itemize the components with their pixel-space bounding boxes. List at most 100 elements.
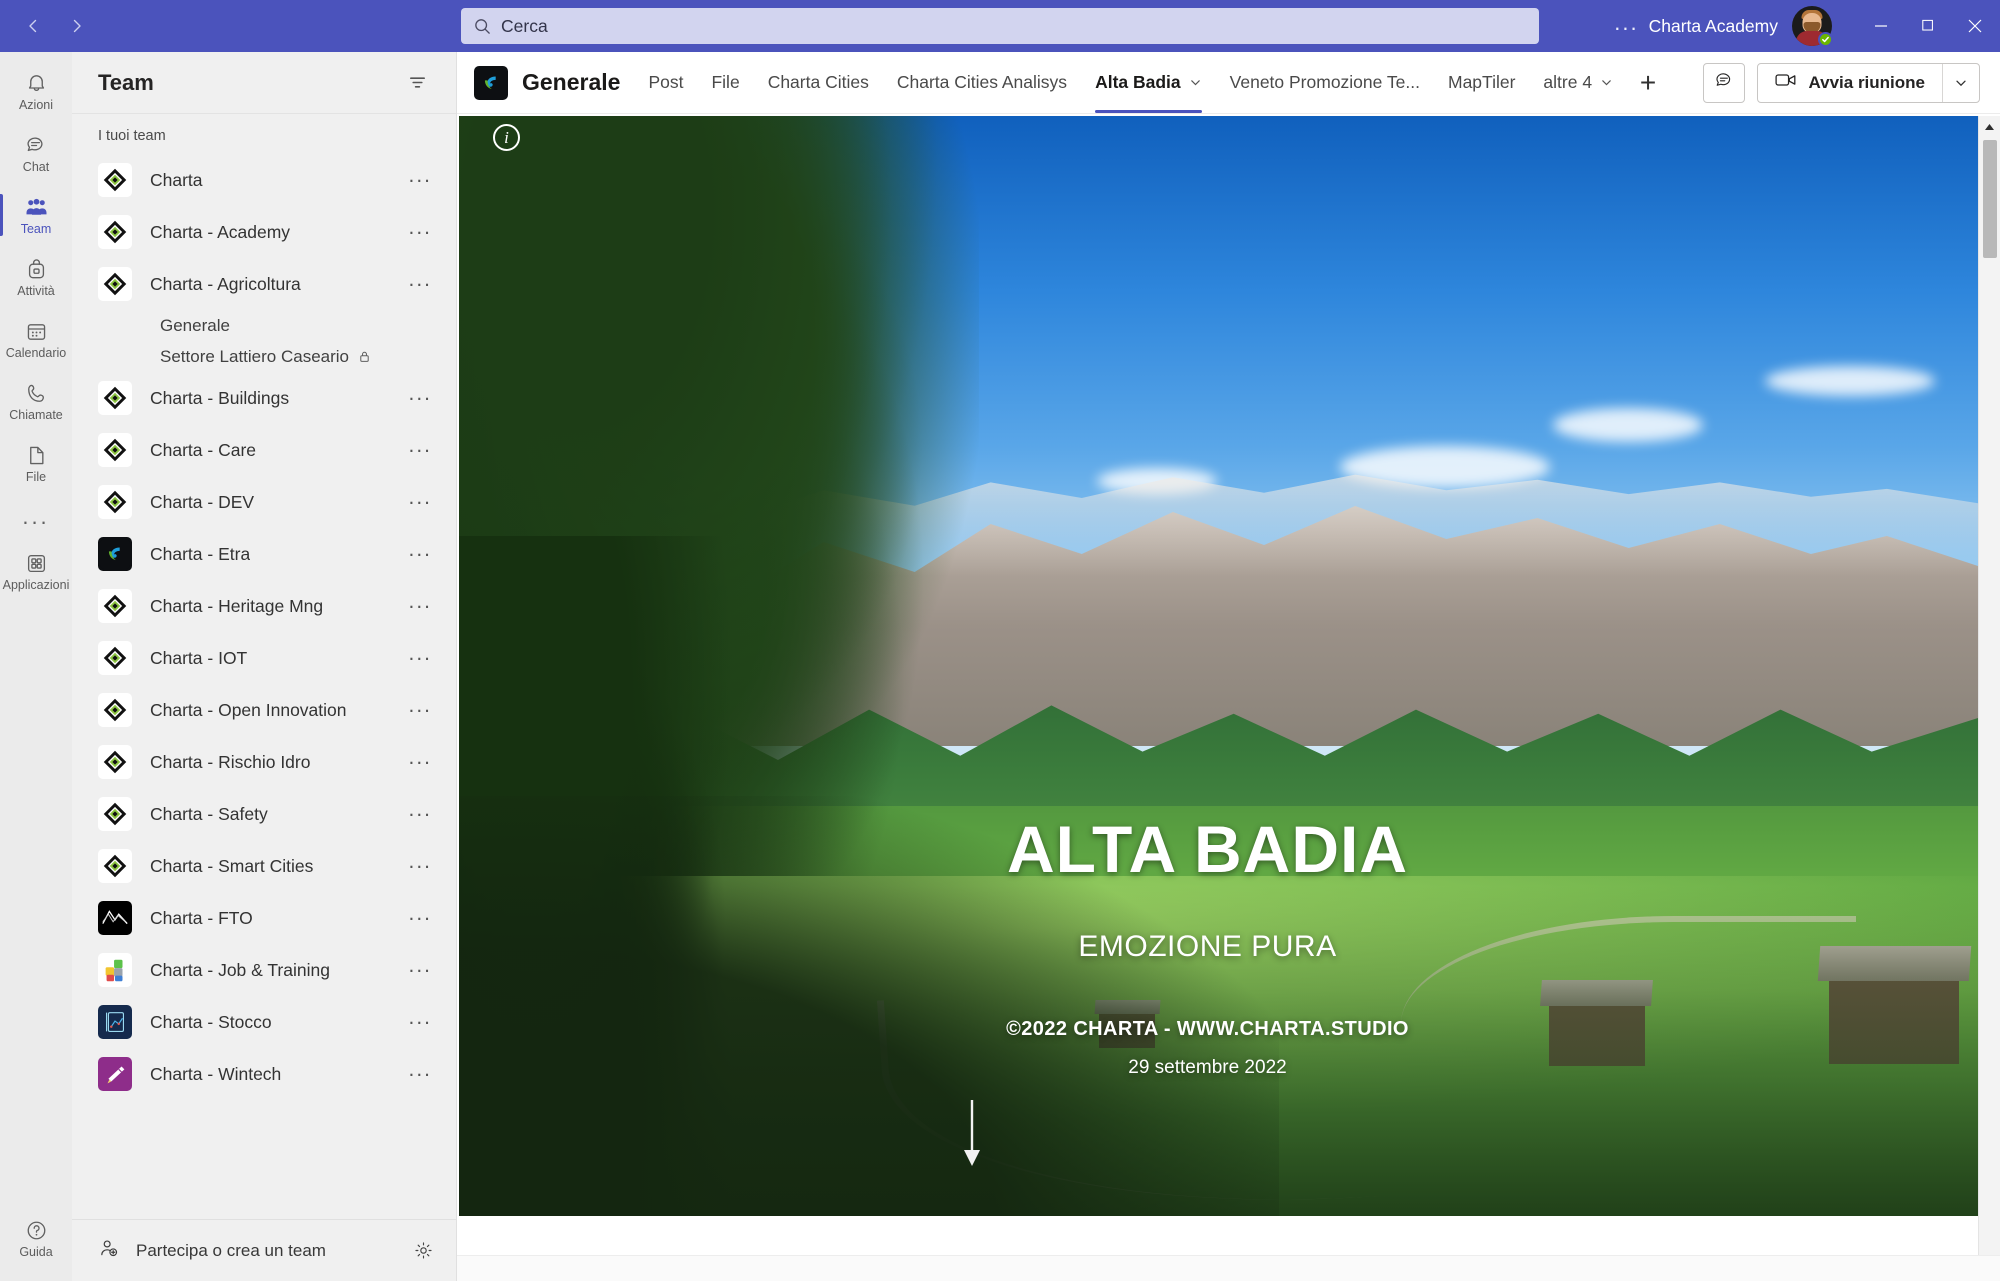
conversation-button[interactable] (1703, 62, 1746, 103)
tab-charta-cities[interactable]: Charta Cities (754, 52, 883, 113)
add-tab-button[interactable]: + (1627, 52, 1669, 113)
team-row[interactable]: Charta - Open Innovation ... (72, 684, 456, 736)
filter-button[interactable] (401, 66, 434, 99)
gear-icon[interactable] (413, 1240, 434, 1261)
charta-diamond-logo-icon (98, 163, 132, 197)
team-row[interactable]: Charta - Stocco ... (72, 996, 456, 1048)
team-row[interactable]: Charta - Rischio Idro ... (72, 736, 456, 788)
maximize-button[interactable] (1904, 0, 1950, 52)
team-row[interactable]: Charta - Safety ... (72, 788, 456, 840)
team-row[interactable]: Charta - Buildings ... (72, 372, 456, 424)
team-more-button[interactable]: ... (402, 539, 438, 562)
charta-diamond-logo-icon (98, 215, 132, 249)
sidebar-item-chiamate[interactable]: Chiamate (0, 370, 72, 432)
team-more-button[interactable]: ... (402, 799, 438, 822)
charta-diamond-logo-icon (98, 267, 132, 301)
team-row[interactable]: Charta - Wintech ... (72, 1048, 456, 1100)
team-more-button[interactable]: ... (402, 487, 438, 510)
team-name: Charta - Buildings (150, 387, 290, 408)
avatar[interactable] (1792, 6, 1833, 47)
sidebar-item-guida[interactable]: Guida (0, 1207, 72, 1269)
team-more-button[interactable]: ... (402, 435, 438, 458)
team-row[interactable]: Charta - Etra ... (72, 528, 456, 580)
team-more-button[interactable]: ... (402, 851, 438, 874)
team-name: Charta - Stocco (150, 1011, 272, 1032)
back-button[interactable] (14, 9, 52, 43)
team-more-button[interactable]: ... (402, 643, 438, 666)
scrollbar-thumb[interactable] (1982, 140, 1997, 258)
team-row[interactable]: Charta - Smart Cities ... (72, 840, 456, 892)
team-row[interactable]: Charta ... (72, 154, 456, 206)
team-more-button[interactable]: ... (402, 383, 438, 406)
team-row[interactable]: Charta - Job & Training ... (72, 944, 456, 996)
tab-alta-badia[interactable]: Alta Badia (1081, 52, 1216, 113)
wintech-telescope-logo-icon (98, 1057, 132, 1091)
minimize-button[interactable] (1858, 0, 1904, 52)
sidebar-item-calendario[interactable]: Calendario (0, 308, 72, 370)
sidebar-item-chat[interactable]: Chat (0, 122, 72, 184)
teams-list[interactable]: I tuoi team Charta ... Charta - Academy … (72, 114, 456, 1219)
team-more-button[interactable]: ... (402, 903, 438, 926)
vertical-scrollbar[interactable] (1978, 116, 2000, 1255)
join-or-create-team-button[interactable]: Partecipa o crea un team (136, 1241, 326, 1261)
charta-diamond-logo-icon (98, 485, 132, 519)
tab-veneto-promozione[interactable]: Veneto Promozione Te... (1216, 52, 1434, 113)
tab-label: altre 4 (1543, 72, 1593, 92)
cloud (1552, 408, 1703, 442)
tab-label: Veneto Promozione Te... (1229, 72, 1420, 92)
channel-row-settore-lattiero-caseario[interactable]: Settore Lattiero Caseario (72, 341, 456, 372)
chevron-down-icon[interactable] (1189, 76, 1202, 89)
account-name[interactable]: Charta Academy (1649, 16, 1778, 37)
meeting-options-dropdown[interactable] (1943, 64, 1979, 102)
start-meeting-button[interactable]: Avvia riunione (1758, 64, 1942, 102)
team-more-button[interactable]: ... (402, 955, 438, 978)
team-name: Charta - Academy (150, 221, 291, 242)
window-controls (1858, 0, 2000, 52)
etra-logo-icon (98, 537, 132, 571)
scroll-up-arrow-icon[interactable] (1984, 116, 1995, 138)
team-more-button[interactable]: ... (402, 591, 438, 614)
team-more-button[interactable]: ... (402, 165, 438, 188)
team-name: Charta - Safety (150, 803, 268, 824)
team-more-button[interactable]: ... (402, 217, 438, 240)
sidebar-item-file[interactable]: File (0, 432, 72, 494)
alta-badia-poster-stage[interactable]: i ALTA BADIA EMOZIONE PURA ©2022 CHARTA … (459, 116, 2000, 1255)
tab-altre-4[interactable]: altre 4 (1529, 52, 1627, 113)
team-row[interactable]: Charta - Academy ... (72, 206, 456, 258)
team-row[interactable]: Charta - FTO ... (72, 892, 456, 944)
team-more-button[interactable]: ... (402, 269, 438, 292)
tab-post[interactable]: Post (634, 52, 697, 113)
sidebar-item-attivita[interactable]: Attività (0, 246, 72, 308)
team-more-button[interactable]: ... (402, 1059, 438, 1082)
sidebar-item-team[interactable]: Team (0, 184, 72, 246)
info-icon[interactable]: i (493, 124, 520, 151)
team-row[interactable]: Charta - Agricoltura ... (72, 258, 456, 310)
team-name: Charta - Rischio Idro (150, 751, 311, 772)
tab-maptiler[interactable]: MapTiler (1434, 52, 1529, 113)
search-input[interactable]: Cerca (461, 8, 1539, 44)
fto-mountain-logo-icon (98, 901, 132, 935)
team-more-button[interactable]: ... (402, 1007, 438, 1030)
tab-charta-cities-analisys[interactable]: Charta Cities Analisys (883, 52, 1081, 113)
sidebar-item-applicazioni[interactable]: Applicazioni (0, 540, 72, 602)
teams-app-window: Cerca ... Charta Academy Azioni Chat Tea… (0, 0, 2000, 1281)
close-button[interactable] (1950, 0, 2000, 52)
question-circle-icon (25, 1217, 48, 1243)
rail-label: Guida (19, 1245, 53, 1259)
channel-row-generale[interactable]: Generale (72, 310, 456, 341)
chevron-down-icon[interactable] (1600, 76, 1613, 89)
tab-file[interactable]: File (697, 52, 753, 113)
presence-available-icon (1818, 32, 1833, 47)
titlebar-more-button[interactable]: ... (1604, 12, 1648, 34)
forward-button[interactable] (58, 9, 96, 43)
team-more-button[interactable]: ... (402, 695, 438, 718)
team-row[interactable]: Charta - IOT ... (72, 632, 456, 684)
team-row[interactable]: Charta - Care ... (72, 424, 456, 476)
team-more-button[interactable]: ... (402, 747, 438, 770)
rail-more-button[interactable]: ... (0, 494, 72, 540)
charta-diamond-logo-icon (98, 849, 132, 883)
team-row[interactable]: Charta - Heritage Mng ... (72, 580, 456, 632)
team-name: Charta - DEV (150, 491, 255, 512)
team-row[interactable]: Charta - DEV ... (72, 476, 456, 528)
sidebar-item-azioni[interactable]: Azioni (0, 60, 72, 122)
